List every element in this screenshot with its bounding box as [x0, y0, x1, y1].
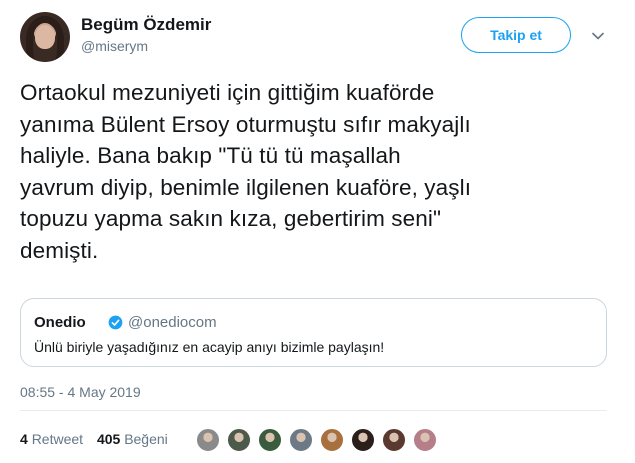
quoted-author-name: Onedio — [34, 314, 86, 331]
liker-avatar[interactable] — [289, 428, 313, 452]
liker-avatar[interactable] — [382, 428, 406, 452]
retweet-label: Retweet — [31, 431, 84, 447]
author-name[interactable]: Begüm Özdemir — [81, 15, 211, 35]
like-count: 405 — [96, 431, 121, 447]
tweet-timestamp[interactable]: 08:55 - 4 May 2019 — [20, 384, 141, 400]
chevron-down-icon[interactable] — [592, 30, 604, 42]
like-stat[interactable]: 405 Beğeni — [97, 431, 168, 447]
quoted-tweet-text: Ünlü biriyle yaşadığınız en acayip anıyı… — [34, 339, 385, 355]
like-label: Beğeni — [124, 431, 168, 447]
avatar-face — [35, 25, 55, 49]
liker-avatar[interactable] — [258, 428, 282, 452]
tweet-stats: 4 Retweet 405 Beğeni — [20, 431, 178, 447]
divider — [20, 410, 607, 411]
retweet-count: 4 — [20, 431, 28, 447]
quoted-author-handle: @onediocom — [128, 314, 217, 331]
liker-avatar[interactable] — [320, 428, 344, 452]
verified-badge-icon — [108, 315, 123, 330]
follow-button[interactable]: Takip et — [461, 17, 571, 53]
liker-avatar[interactable] — [413, 428, 437, 452]
liker-avatar[interactable] — [227, 428, 251, 452]
liker-avatar[interactable] — [351, 428, 375, 452]
liker-avatar[interactable] — [196, 428, 220, 452]
author-handle[interactable]: @miserym — [81, 38, 148, 54]
retweet-stat[interactable]: 4 Retweet — [20, 431, 83, 447]
quoted-tweet[interactable]: Onedio @onediocom Ünlü biriyle yaşadığın… — [20, 298, 607, 367]
tweet-text: Ortaokul mezuniyeti için gittiğim kuaför… — [20, 80, 472, 263]
author-avatar[interactable] — [20, 12, 70, 62]
